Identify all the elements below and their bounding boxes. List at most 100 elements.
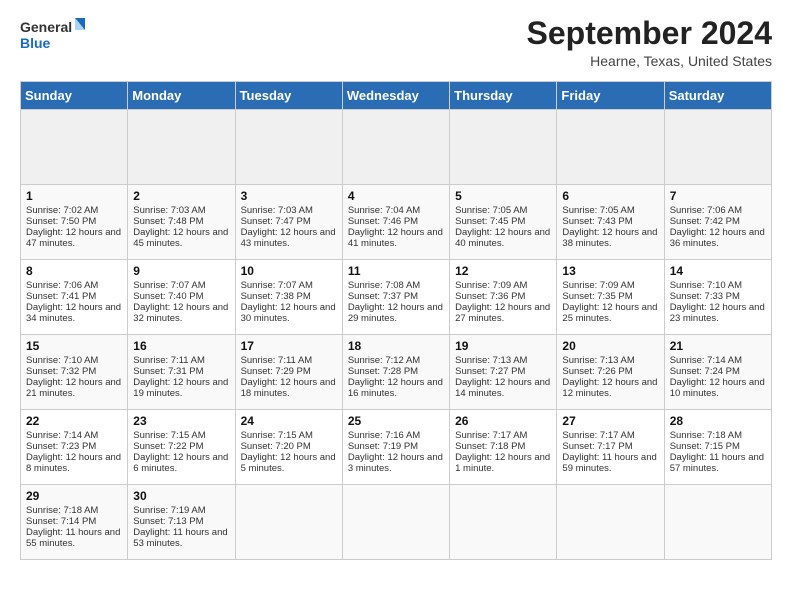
location-subtitle: Hearne, Texas, United States (527, 53, 772, 69)
sunset-line: Sunset: 7:36 PM (455, 291, 525, 302)
calendar-week-row (21, 110, 772, 185)
sunrise-line: Sunrise: 7:16 AM (348, 430, 420, 441)
daylight-label: Daylight: 12 hours and 10 minutes. (670, 377, 765, 399)
table-row: 4Sunrise: 7:04 AMSunset: 7:46 PMDaylight… (342, 185, 449, 260)
day-number: 11 (348, 264, 444, 278)
calendar-week-row: 15Sunrise: 7:10 AMSunset: 7:32 PMDayligh… (21, 335, 772, 410)
sunrise-line: Sunrise: 7:11 AM (241, 355, 313, 366)
day-number: 16 (133, 339, 229, 353)
col-wednesday: Wednesday (342, 82, 449, 110)
sunrise-line: Sunrise: 7:09 AM (455, 280, 527, 291)
day-number: 13 (562, 264, 658, 278)
calendar-table: Sunday Monday Tuesday Wednesday Thursday… (20, 81, 772, 560)
table-row: 18Sunrise: 7:12 AMSunset: 7:28 PMDayligh… (342, 335, 449, 410)
day-number: 29 (26, 489, 122, 503)
table-row: 2Sunrise: 7:03 AMSunset: 7:48 PMDaylight… (128, 185, 235, 260)
table-row (342, 110, 449, 185)
sunrise-line: Sunrise: 7:15 AM (241, 430, 313, 441)
table-row: 10Sunrise: 7:07 AMSunset: 7:38 PMDayligh… (235, 260, 342, 335)
table-row: 11Sunrise: 7:08 AMSunset: 7:37 PMDayligh… (342, 260, 449, 335)
sunset-line: Sunset: 7:28 PM (348, 366, 418, 377)
header: General Blue September 2024 Hearne, Texa… (20, 16, 772, 69)
sunset-line: Sunset: 7:27 PM (455, 366, 525, 377)
daylight-label: Daylight: 12 hours and 25 minutes. (562, 302, 657, 324)
sunset-line: Sunset: 7:47 PM (241, 216, 311, 227)
sunrise-line: Sunrise: 7:05 AM (455, 205, 527, 216)
daylight-label: Daylight: 12 hours and 3 minutes. (348, 452, 443, 474)
sunset-line: Sunset: 7:17 PM (562, 441, 632, 452)
sunrise-line: Sunrise: 7:06 AM (26, 280, 98, 291)
table-row: 19Sunrise: 7:13 AMSunset: 7:27 PMDayligh… (450, 335, 557, 410)
sunrise-line: Sunrise: 7:07 AM (133, 280, 205, 291)
calendar-week-row: 1Sunrise: 7:02 AMSunset: 7:50 PMDaylight… (21, 185, 772, 260)
daylight-label: Daylight: 12 hours and 45 minutes. (133, 227, 228, 249)
day-number: 23 (133, 414, 229, 428)
table-row: 6Sunrise: 7:05 AMSunset: 7:43 PMDaylight… (557, 185, 664, 260)
sunset-line: Sunset: 7:29 PM (241, 366, 311, 377)
sunrise-line: Sunrise: 7:19 AM (133, 505, 205, 516)
daylight-label: Daylight: 12 hours and 1 minute. (455, 452, 550, 474)
daylight-label: Daylight: 12 hours and 29 minutes. (348, 302, 443, 324)
daylight-label: Daylight: 12 hours and 27 minutes. (455, 302, 550, 324)
col-monday: Monday (128, 82, 235, 110)
sunrise-line: Sunrise: 7:13 AM (455, 355, 527, 366)
daylight-label: Daylight: 12 hours and 8 minutes. (26, 452, 121, 474)
table-row: 20Sunrise: 7:13 AMSunset: 7:26 PMDayligh… (557, 335, 664, 410)
sunrise-line: Sunrise: 7:02 AM (26, 205, 98, 216)
day-number: 4 (348, 189, 444, 203)
sunrise-line: Sunrise: 7:06 AM (670, 205, 742, 216)
table-row: 21Sunrise: 7:14 AMSunset: 7:24 PMDayligh… (664, 335, 771, 410)
table-row: 26Sunrise: 7:17 AMSunset: 7:18 PMDayligh… (450, 410, 557, 485)
sunset-line: Sunset: 7:41 PM (26, 291, 96, 302)
month-year-title: September 2024 (527, 16, 772, 51)
table-row: 14Sunrise: 7:10 AMSunset: 7:33 PMDayligh… (664, 260, 771, 335)
day-number: 9 (133, 264, 229, 278)
sunrise-line: Sunrise: 7:10 AM (26, 355, 98, 366)
table-row (342, 485, 449, 560)
day-number: 15 (26, 339, 122, 353)
day-number: 25 (348, 414, 444, 428)
daylight-label: Daylight: 12 hours and 41 minutes. (348, 227, 443, 249)
col-tuesday: Tuesday (235, 82, 342, 110)
sunrise-line: Sunrise: 7:18 AM (26, 505, 98, 516)
sunset-line: Sunset: 7:35 PM (562, 291, 632, 302)
daylight-label: Daylight: 12 hours and 12 minutes. (562, 377, 657, 399)
day-number: 7 (670, 189, 766, 203)
daylight-label: Daylight: 12 hours and 34 minutes. (26, 302, 121, 324)
sunset-line: Sunset: 7:26 PM (562, 366, 632, 377)
sunset-line: Sunset: 7:15 PM (670, 441, 740, 452)
daylight-label: Daylight: 11 hours and 53 minutes. (133, 527, 227, 549)
day-number: 17 (241, 339, 337, 353)
day-number: 18 (348, 339, 444, 353)
daylight-label: Daylight: 11 hours and 57 minutes. (670, 452, 764, 474)
sunset-line: Sunset: 7:13 PM (133, 516, 203, 527)
table-row (235, 110, 342, 185)
daylight-label: Daylight: 12 hours and 43 minutes. (241, 227, 336, 249)
table-row: 27Sunrise: 7:17 AMSunset: 7:17 PMDayligh… (557, 410, 664, 485)
title-area: September 2024 Hearne, Texas, United Sta… (527, 16, 772, 69)
table-row: 7Sunrise: 7:06 AMSunset: 7:42 PMDaylight… (664, 185, 771, 260)
daylight-label: Daylight: 12 hours and 6 minutes. (133, 452, 228, 474)
day-number: 1 (26, 189, 122, 203)
daylight-label: Daylight: 12 hours and 16 minutes. (348, 377, 443, 399)
sunset-line: Sunset: 7:45 PM (455, 216, 525, 227)
svg-text:Blue: Blue (20, 35, 51, 51)
table-row: 29Sunrise: 7:18 AMSunset: 7:14 PMDayligh… (21, 485, 128, 560)
table-row: 9Sunrise: 7:07 AMSunset: 7:40 PMDaylight… (128, 260, 235, 335)
day-number: 22 (26, 414, 122, 428)
table-row: 24Sunrise: 7:15 AMSunset: 7:20 PMDayligh… (235, 410, 342, 485)
day-number: 26 (455, 414, 551, 428)
sunset-line: Sunset: 7:40 PM (133, 291, 203, 302)
day-number: 8 (26, 264, 122, 278)
daylight-label: Daylight: 12 hours and 21 minutes. (26, 377, 121, 399)
table-row: 1Sunrise: 7:02 AMSunset: 7:50 PMDaylight… (21, 185, 128, 260)
table-row: 12Sunrise: 7:09 AMSunset: 7:36 PMDayligh… (450, 260, 557, 335)
calendar-week-row: 8Sunrise: 7:06 AMSunset: 7:41 PMDaylight… (21, 260, 772, 335)
sunset-line: Sunset: 7:37 PM (348, 291, 418, 302)
day-number: 28 (670, 414, 766, 428)
table-row (21, 110, 128, 185)
col-saturday: Saturday (664, 82, 771, 110)
sunrise-line: Sunrise: 7:11 AM (133, 355, 205, 366)
col-thursday: Thursday (450, 82, 557, 110)
daylight-label: Daylight: 12 hours and 30 minutes. (241, 302, 336, 324)
